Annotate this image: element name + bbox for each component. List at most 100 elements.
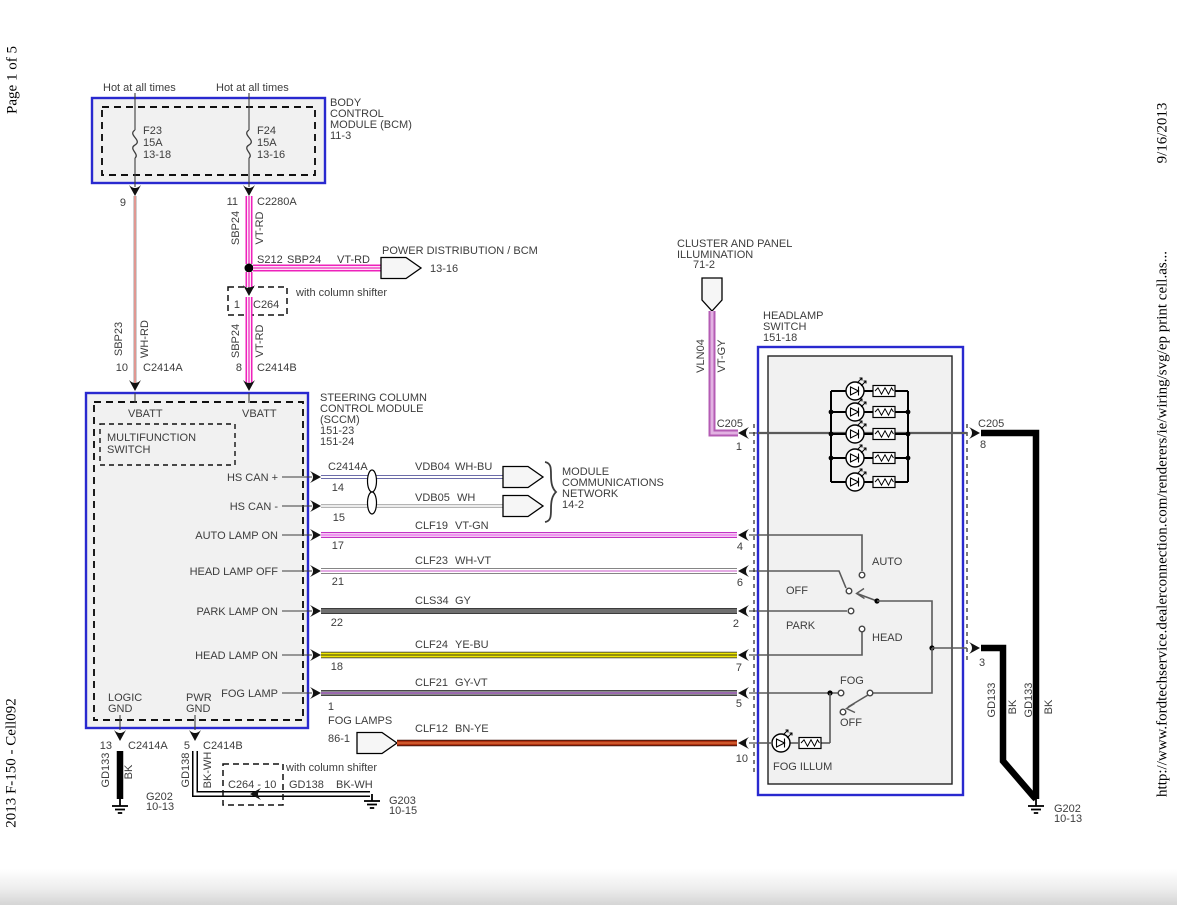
- pin-10: 10: [116, 362, 128, 374]
- svg-text:SBP24: SBP24: [230, 324, 242, 358]
- svg-text:BK-WH: BK-WH: [202, 752, 214, 789]
- offpage-arrow-illumination: [702, 278, 722, 311]
- svg-text:SWITCH: SWITCH: [107, 444, 150, 456]
- offpage-arrow-can-plus: [503, 467, 543, 488]
- svg-text:ILLUMINATION: ILLUMINATION: [677, 249, 753, 261]
- offpage-arrow-fog-lamps: [357, 733, 397, 754]
- contact-auto: [859, 572, 865, 578]
- vbatt-right-label: VBATT: [242, 408, 277, 420]
- wiring-diagram-page: Hot at all times Hot at all times BODY C…: [0, 0, 1177, 905]
- resistor-icon: [873, 386, 895, 397]
- circuit-sbp23: SBP23: [113, 322, 125, 356]
- pin-5: 5: [736, 698, 742, 710]
- circuit-gd133-a: GD133: [986, 683, 998, 718]
- pin-17: 17: [332, 540, 344, 552]
- svg-text:14-2: 14-2: [562, 499, 584, 511]
- circuit-gd133: GD133: [100, 753, 112, 788]
- pin-21: 21: [332, 576, 344, 588]
- svg-text:WH: WH: [457, 492, 475, 504]
- svg-text:GY: GY: [455, 595, 472, 607]
- svg-text:BK: BK: [1043, 699, 1055, 714]
- connector-arrow-icon: [189, 730, 201, 741]
- position-fog-off-label: OFF: [840, 717, 862, 729]
- contact-fog-off: [840, 709, 846, 715]
- sccm-module: STEERING COLUMN CONTROL MODULE (SCCM) 15…: [86, 392, 427, 741]
- offpage-arrow-can-minus: [503, 496, 543, 517]
- svg-text:CLF19: CLF19: [415, 520, 448, 532]
- port-fog-lamp: FOG LAMP: [221, 688, 278, 700]
- fog-lamps-label: FOG LAMPS: [328, 715, 392, 727]
- twisted-pair-icon: [368, 492, 377, 514]
- bcm-module: Hot at all times Hot at all times BODY C…: [92, 82, 412, 196]
- svg-text:13-16: 13-16: [257, 149, 285, 161]
- circuit-gd133-b: GD133: [1023, 683, 1035, 718]
- pin-10: 10: [736, 753, 748, 765]
- feed-left-wh-rd: 9 SBP23 WH-RD 10 C2414A: [113, 196, 184, 391]
- resistor-icon: [873, 477, 895, 488]
- contact-fog-common: [867, 690, 873, 696]
- pin-5-gnd: 5: [184, 740, 190, 752]
- power-distribution-label: POWER DISTRIBUTION / BCM: [382, 245, 538, 257]
- multifunction-switch-label: MULTIFUNCTION: [107, 432, 196, 444]
- column-shifter-note: with column shifter: [295, 287, 387, 299]
- switch-ground-wires: GD133 BK GD133 BK G202 10-13: [981, 433, 1082, 825]
- position-fog-label: FOG: [840, 675, 864, 687]
- connector-c264-10-label: C264 - 10: [228, 779, 276, 791]
- pin-13: 13: [100, 740, 112, 752]
- port-head-lamp-off: HEAD LAMP OFF: [190, 566, 279, 578]
- wire-clf23-wh-vt: 21 CLF23 WH-VT 6: [310, 555, 758, 589]
- pin-6: 6: [737, 577, 743, 589]
- connector-c2414b-gnd: C2414B: [203, 740, 243, 752]
- vbatt-left-label: VBATT: [128, 408, 163, 420]
- svg-text:CLS34: CLS34: [415, 595, 449, 607]
- wire-cls34-gy: 22 CLS34 GY 2: [310, 595, 758, 630]
- position-park-label: PARK: [786, 620, 816, 632]
- svg-text:VT-RD: VT-RD: [254, 324, 266, 357]
- svg-text:15A: 15A: [257, 137, 277, 149]
- hot-at-all-times-label-left: Hot at all times: [103, 82, 176, 94]
- port-auto-lamp-on: AUTO LAMP ON: [195, 530, 278, 542]
- source-url-label: http://www.fordtechservice.dealerconnect…: [1154, 251, 1170, 797]
- position-off-label: OFF: [786, 585, 808, 597]
- contact-off: [846, 588, 852, 594]
- connector-c205-in: C205: [717, 418, 743, 430]
- port-head-lamp-on: HEAD LAMP ON: [195, 650, 278, 662]
- resistor-icon: [873, 429, 895, 440]
- svg-text:151-18: 151-18: [763, 332, 797, 344]
- pin-9: 9: [120, 197, 126, 209]
- svg-text:BN-YE: BN-YE: [455, 723, 489, 735]
- svg-text:151-24: 151-24: [320, 436, 354, 448]
- headlamp-switch: HEADLAMP SWITCH 151-18 AUTO OFF PARK HEA…: [754, 310, 1004, 795]
- twisted-pair-icon: [368, 470, 377, 492]
- connector-arrow-icon: [114, 730, 126, 741]
- column-shifter-note-2: with column shifter: [285, 762, 377, 774]
- connector-c2414a: C2414A: [143, 362, 183, 374]
- connector-c264-label: C264: [253, 299, 279, 311]
- svg-text:VT-GN: VT-GN: [455, 520, 489, 532]
- svg-text:13-18: 13-18: [143, 149, 171, 161]
- svg-text:10-13: 10-13: [1054, 813, 1082, 825]
- document-title-label: 2013 F-150 - Cell092: [3, 698, 19, 828]
- ground-g202-icon: [1028, 799, 1044, 813]
- resistor-icon: [873, 453, 895, 464]
- connector-c2414a-can: C2414A: [328, 461, 368, 473]
- wire-clf19-vt-gn: 17 CLF19 VT-GN 4: [310, 520, 758, 553]
- color-wh-rd: WH-RD: [139, 320, 151, 358]
- hot-at-all-times-label-right: Hot at all times: [216, 82, 289, 94]
- brace-icon: [545, 462, 556, 522]
- wiring-diagram-canvas: Hot at all times Hot at all times BODY C…: [0, 0, 1177, 905]
- c264-pin-1: 1: [234, 299, 240, 311]
- bcm-box: [92, 98, 325, 183]
- svg-text:71-2: 71-2: [693, 259, 715, 271]
- splice-s212-label: S212: [257, 254, 283, 266]
- wire-clf24-ye-bu: 18 CLF24 YE-BU 7: [310, 639, 758, 674]
- contact-park: [848, 608, 854, 614]
- pin-3: 3: [979, 657, 985, 669]
- offpage-arrow-power-distribution: [381, 258, 421, 279]
- svg-text:CLF23: CLF23: [415, 555, 448, 567]
- svg-text:SBP24: SBP24: [230, 211, 242, 245]
- fog-illum-label: FOG ILLUM: [773, 761, 832, 773]
- connector-c205-out: C205: [978, 418, 1004, 430]
- svg-text:VT-RD: VT-RD: [337, 254, 370, 266]
- position-head-label: HEAD: [872, 632, 903, 644]
